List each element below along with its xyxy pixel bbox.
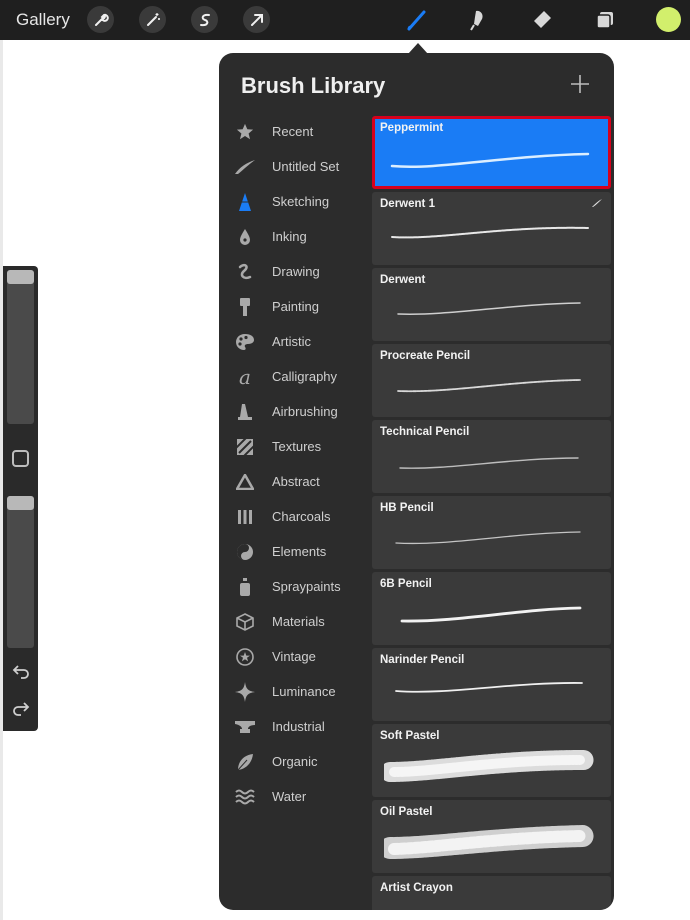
brush-stroke-preview — [391, 226, 589, 239]
star-icon — [234, 122, 256, 142]
brush-stroke-preview — [399, 457, 579, 469]
set-painting[interactable]: Painting — [219, 290, 369, 324]
script-a-icon: a — [239, 365, 251, 389]
pencil-tip-icon — [234, 192, 256, 212]
eraser-icon[interactable] — [529, 7, 555, 33]
anvil-icon — [234, 717, 256, 737]
brush-item[interactable]: Procreate Pencil — [372, 344, 611, 417]
set-industrial[interactable]: Industrial — [219, 710, 369, 744]
ink-drop-icon — [234, 227, 256, 247]
brush-item[interactable]: Soft Pastel — [372, 724, 611, 797]
brush-stroke-preview — [395, 682, 583, 693]
brush-stroke-preview — [390, 152, 590, 168]
triangle-icon — [234, 472, 256, 492]
set-textures[interactable]: Textures — [219, 430, 369, 464]
brush-stroke-preview — [397, 379, 581, 393]
squiggle-icon — [234, 262, 256, 282]
set-luminance[interactable]: Luminance — [219, 675, 369, 709]
brush-item[interactable]: Narinder Pencil — [372, 648, 611, 721]
opacity-slider[interactable] — [7, 496, 34, 648]
set-recent[interactable]: Recent — [219, 115, 369, 149]
redo-icon[interactable] — [10, 698, 32, 718]
set-inking[interactable]: Inking — [219, 220, 369, 254]
set-sketching[interactable]: Sketching — [219, 185, 369, 219]
set-water[interactable]: Water — [219, 780, 369, 814]
paint-brush-icon — [234, 297, 256, 317]
brush-size-slider[interactable] — [7, 270, 34, 424]
transform-arrow-icon[interactable] — [243, 6, 270, 33]
brush-stroke-preview — [384, 825, 594, 859]
texture-icon — [234, 437, 256, 457]
gallery-button[interactable]: Gallery — [16, 10, 70, 30]
cube-icon — [234, 612, 256, 632]
spray-can-icon — [234, 577, 256, 597]
add-brush-set-icon[interactable] — [569, 73, 591, 95]
brush-item[interactable]: Artist Crayon — [372, 876, 611, 910]
set-vintage[interactable]: Vintage — [219, 640, 369, 674]
brush-item[interactable]: Oil Pastel — [372, 800, 611, 873]
stroke-icon — [234, 157, 256, 177]
set-calligraphy[interactable]: a Calligraphy — [219, 360, 369, 394]
undo-icon[interactable] — [10, 661, 32, 681]
brush-item[interactable]: HB Pencil — [372, 496, 611, 569]
brush-library-panel: Brush Library Recent Untitled Set Sketch… — [219, 53, 614, 910]
sparkle-icon — [234, 682, 256, 702]
brush-stroke-preview — [400, 606, 582, 623]
brush-item[interactable]: Peppermint — [372, 116, 611, 189]
magic-wand-icon[interactable] — [139, 6, 166, 33]
smudge-icon[interactable] — [467, 7, 493, 33]
palette-icon — [234, 332, 256, 352]
set-untitled[interactable]: Untitled Set — [219, 150, 369, 184]
set-drawing[interactable]: Drawing — [219, 255, 369, 289]
panel-title: Brush Library — [241, 73, 386, 98]
charcoal-icon — [234, 507, 256, 527]
imported-stroke-icon — [592, 199, 602, 207]
yin-yang-icon — [234, 542, 256, 562]
airbrush-icon — [234, 402, 256, 422]
brush-item[interactable]: Technical Pencil — [372, 420, 611, 493]
opacity-thumb[interactable] — [7, 496, 34, 510]
layers-icon[interactable] — [592, 7, 618, 33]
set-artistic[interactable]: Artistic — [219, 325, 369, 359]
leaf-icon — [234, 752, 256, 772]
brush-stroke-preview — [384, 750, 594, 782]
waves-icon — [234, 787, 256, 807]
set-charcoals[interactable]: Charcoals — [219, 500, 369, 534]
set-airbrushing[interactable]: Airbrushing — [219, 395, 369, 429]
left-sidebar — [3, 266, 38, 731]
modify-square-button[interactable] — [12, 450, 29, 467]
brush-stroke-preview — [395, 531, 581, 545]
set-abstract[interactable]: Abstract — [219, 465, 369, 499]
set-spraypaints[interactable]: Spraypaints — [219, 570, 369, 604]
brush-item[interactable]: 6B Pencil — [372, 572, 611, 645]
wrench-icon[interactable] — [87, 6, 114, 33]
brush-item[interactable]: Derwent 1 — [372, 192, 611, 265]
set-organic[interactable]: Organic — [219, 745, 369, 779]
brush-size-thumb[interactable] — [7, 270, 34, 284]
brush-stroke-preview — [397, 302, 581, 315]
brush-item[interactable]: Derwent — [372, 268, 611, 341]
set-materials[interactable]: Materials — [219, 605, 369, 639]
selection-s-icon[interactable] — [191, 6, 218, 33]
brush-icon[interactable] — [404, 7, 430, 33]
set-elements[interactable]: Elements — [219, 535, 369, 569]
top-toolbar: Gallery — [0, 0, 690, 40]
star-circle-icon — [234, 647, 256, 667]
color-picker-swatch[interactable] — [656, 7, 681, 32]
